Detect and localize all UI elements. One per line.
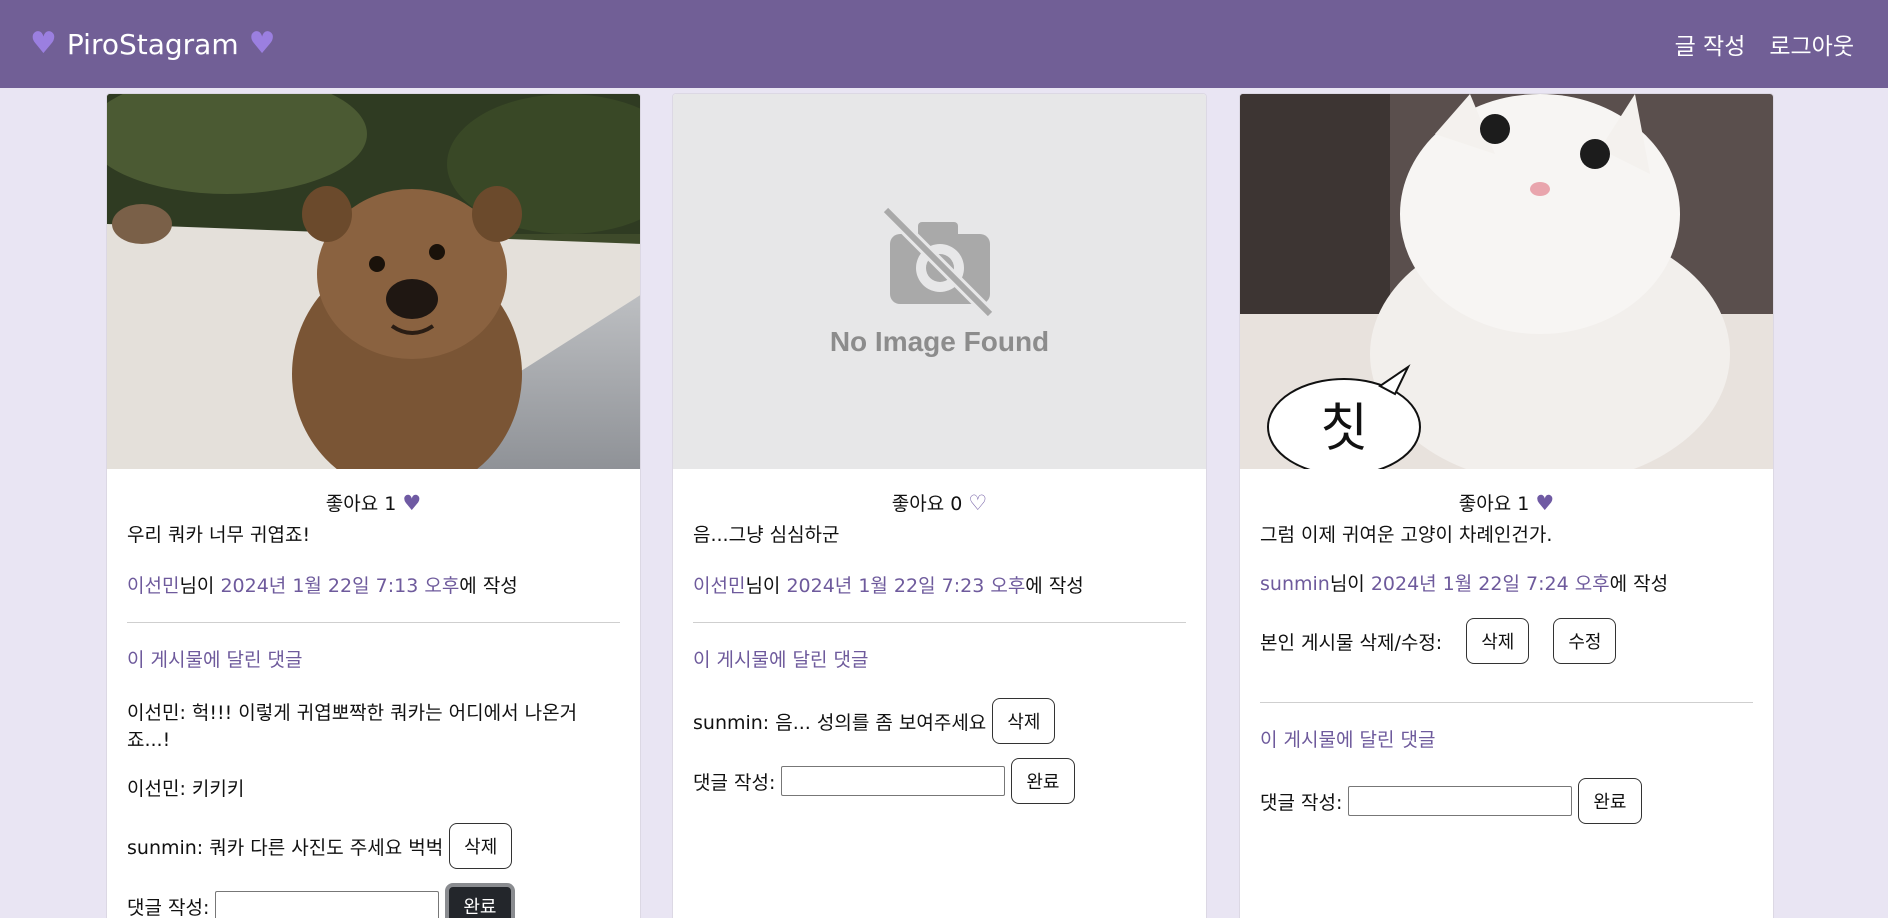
submit-comment-button[interactable]: 완료	[1011, 758, 1075, 804]
divider	[693, 622, 1186, 623]
comments-title: 이 게시물에 달린 댓글	[1260, 729, 1436, 751]
likes-label: 좋아요 1	[1458, 493, 1530, 515]
likes: 좋아요 0 ♡	[693, 489, 1186, 516]
filled-heart-icon[interactable]: ♥	[1535, 491, 1554, 515]
author: 이선민	[127, 575, 180, 597]
heart-icon: ♥	[248, 26, 276, 61]
post-card: 좋아요 1 ♥ 우리 쿼카 너무 귀엽죠! 이선민님이 2024년 1월 22일…	[106, 93, 641, 918]
comment-input[interactable]	[1348, 786, 1573, 816]
owner-actions-label: 본인 게시물 삭제/수정:	[1260, 631, 1443, 654]
comment-text: sunmin: 쿼카 다른 사진도 주세요 벅벅	[127, 836, 444, 859]
post-image: No Image Found	[673, 94, 1206, 469]
likes-label: 좋아요 1	[325, 493, 397, 515]
date-suffix: 에 작성	[459, 575, 518, 597]
post-image: 칫	[1240, 94, 1773, 469]
comment-text: 이선민: 헉!!! 이렇게 귀엽뽀짝한 쿼카는 어디에서 나온거죠...!	[127, 702, 578, 751]
caption: 그럼 이제 귀여운 고양이 차례인건가.	[1260, 524, 1553, 546]
brand[interactable]: ♥ PiroStagram ♥	[30, 28, 276, 61]
delete-post-button[interactable]: 삭제	[1466, 618, 1530, 664]
comment-form: 댓글 작성: 완료	[127, 883, 620, 918]
comment-form: 댓글 작성: 완료	[1260, 778, 1753, 824]
comment-form-label: 댓글 작성:	[127, 896, 210, 918]
owner-actions: 본인 게시물 삭제/수정: 삭제 수정	[1260, 618, 1753, 664]
comment-form: 댓글 작성: 완료	[693, 758, 1186, 804]
write-post-link[interactable]: 글 작성	[1675, 27, 1746, 61]
post-card: No Image Found 좋아요 0 ♡ 음...그냥 심심하군 이선민님이…	[672, 93, 1207, 918]
post-meta: sunmin님이 2024년 1월 22일 7:24 오후에 작성	[1260, 569, 1753, 596]
comment-form-label: 댓글 작성:	[693, 771, 776, 794]
post-image	[107, 94, 640, 469]
speech-bubble: 칫	[1267, 364, 1421, 469]
divider	[1260, 702, 1753, 703]
likes: 좋아요 1 ♥	[1260, 489, 1753, 516]
outline-heart-icon[interactable]: ♡	[968, 491, 987, 515]
heart-icon: ♥	[30, 26, 57, 61]
post-card: 칫 좋아요 1 ♥ 그럼 이제 귀여운 고양이 차례인건가. sunmin님이 …	[1239, 93, 1774, 918]
comment-item: sunmin: 음... 성의를 좀 보여주세요 삭제	[693, 698, 1186, 744]
comment-form-label: 댓글 작성:	[1260, 791, 1343, 814]
filled-heart-icon[interactable]: ♥	[402, 491, 421, 515]
logout-link[interactable]: 로그아웃	[1769, 27, 1854, 61]
caption: 음...그냥 심심하군	[693, 524, 840, 546]
comment-item: 이선민: 키키키	[127, 774, 620, 801]
navbar: ♥ PiroStagram ♥ 글 작성 로그아웃	[0, 0, 1888, 88]
author-suffix: 님이	[745, 575, 787, 597]
author: sunmin	[1260, 573, 1330, 595]
date-suffix: 에 작성	[1609, 573, 1669, 595]
author-suffix: 님이	[179, 575, 221, 597]
comment-text: 이선민: 키키키	[127, 778, 245, 800]
author: 이선민	[693, 575, 746, 597]
no-camera-icon	[881, 205, 994, 316]
post-meta: 이선민님이 2024년 1월 22일 7:13 오후에 작성	[127, 571, 620, 598]
likes-label: 좋아요 0	[891, 493, 963, 515]
comments-title: 이 게시물에 달린 댓글	[127, 649, 303, 671]
submit-comment-button[interactable]: 완료	[445, 883, 515, 918]
post-date: 2024년 1월 22일 7:23 오후	[786, 575, 1026, 597]
delete-comment-button[interactable]: 삭제	[992, 698, 1056, 744]
bubble-text: 칫	[1320, 399, 1368, 459]
author-suffix: 님이	[1329, 573, 1371, 595]
post-date: 2024년 1월 22일 7:13 오후	[220, 575, 460, 597]
comment-input[interactable]	[781, 766, 1006, 796]
post-date: 2024년 1월 22일 7:24 오후	[1370, 573, 1610, 595]
likes: 좋아요 1 ♥	[127, 489, 620, 516]
edit-post-button[interactable]: 수정	[1553, 618, 1617, 664]
nav-links: 글 작성 로그아웃	[1675, 27, 1854, 61]
brand-title: PiroStagram	[66, 27, 239, 61]
delete-comment-button[interactable]: 삭제	[449, 823, 513, 869]
quokka-photo	[107, 94, 640, 469]
comments-title: 이 게시물에 달린 댓글	[693, 649, 869, 671]
date-suffix: 에 작성	[1025, 575, 1084, 597]
comment-text: sunmin: 음... 성의를 좀 보여주세요	[693, 711, 987, 734]
comment-item: 이선민: 헉!!! 이렇게 귀엽뽀짝한 쿼카는 어디에서 나온거죠...!	[127, 698, 620, 752]
divider	[127, 622, 620, 623]
caption: 우리 쿼카 너무 귀엽죠!	[127, 524, 311, 546]
submit-comment-button[interactable]: 완료	[1578, 778, 1642, 824]
comment-input[interactable]	[215, 891, 440, 918]
no-image-label: No Image Found	[829, 325, 1050, 357]
comment-item: sunmin: 쿼카 다른 사진도 주세요 벅벅 삭제	[127, 823, 620, 869]
post-meta: 이선민님이 2024년 1월 22일 7:23 오후에 작성	[693, 571, 1186, 598]
